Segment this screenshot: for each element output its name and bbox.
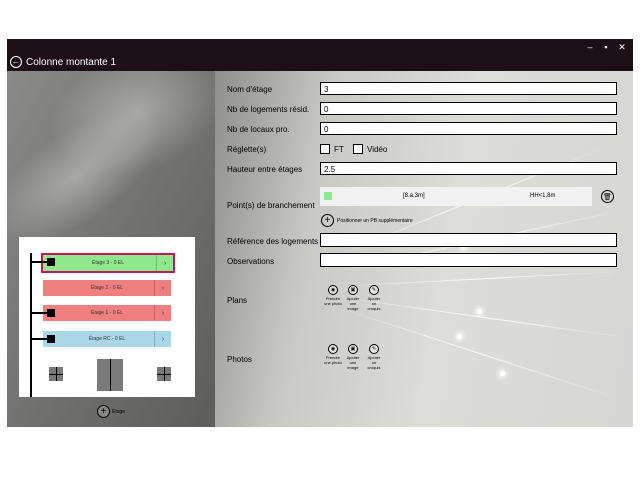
video-label: Vidéo xyxy=(367,145,388,154)
floor-etage-2[interactable]: Étage 2 - 0 EL › xyxy=(43,280,171,296)
hauteur-input[interactable]: 2.5 xyxy=(320,162,617,175)
plans-label: Plans xyxy=(227,296,248,305)
title-bar: ← Colonne montante 1 – ▪ ✕ xyxy=(7,39,633,71)
ft-label: FT xyxy=(334,145,344,154)
node-link xyxy=(31,312,49,314)
fiber-light xyxy=(477,309,482,314)
floor-etage-rc[interactable]: Étage RC - 0 EL › xyxy=(43,331,171,347)
nom-etage-input[interactable]: 3 xyxy=(320,82,617,95)
close-button[interactable]: ✕ xyxy=(617,42,627,53)
reglettes-label: Réglette(s) xyxy=(227,145,267,154)
nb-locaux-label: Nb de locaux pro. xyxy=(227,125,290,134)
basement-door-icon[interactable] xyxy=(97,359,123,391)
pb-height-text: HH<1.8m xyxy=(530,193,556,199)
photos-label: Photos xyxy=(227,355,252,364)
basement-box-icon[interactable] xyxy=(157,367,171,381)
node-link xyxy=(31,338,49,340)
nb-logements-input[interactable]: 0 xyxy=(320,102,617,115)
floors-diagram: Étage 3 - 0 EL › Étage 2 - 0 EL › Étage … xyxy=(19,237,195,397)
ft-checkbox[interactable] xyxy=(320,144,330,154)
chevron-right-icon[interactable]: › xyxy=(154,305,171,321)
pb-color-swatch xyxy=(324,192,332,200)
basement-box-icon[interactable] xyxy=(49,367,63,381)
plus-icon: + xyxy=(97,405,110,418)
add-floor-button[interactable]: + Étage xyxy=(97,405,125,418)
add-pb-button[interactable]: + Positionner un PB supplémentaire xyxy=(321,214,413,227)
plus-icon: + xyxy=(321,214,334,227)
plans-add-image-button[interactable]: ▣ Ajouter une image xyxy=(344,285,362,311)
maximize-button[interactable]: ▪ xyxy=(601,42,611,53)
fiber-light xyxy=(500,371,505,376)
node-link xyxy=(31,261,49,263)
chevron-right-icon[interactable]: › xyxy=(156,255,173,271)
points-label: Point(s) de branchement xyxy=(227,201,315,210)
pb-location-text: [8.a.3m] xyxy=(403,193,425,199)
observations-input[interactable] xyxy=(320,253,617,267)
hauteur-label: Hauteur entre étages xyxy=(227,165,303,174)
window-title: Colonne montante 1 xyxy=(26,57,117,68)
image-icon: ▣ xyxy=(348,285,358,295)
pb-item-row[interactable]: [8.a.3m] HH<1.8m xyxy=(320,187,592,206)
photos-add-image-button[interactable]: ▣ Ajouter une image xyxy=(344,344,362,370)
image-icon: ▣ xyxy=(348,344,358,354)
chevron-right-icon[interactable]: › xyxy=(154,331,171,347)
back-arrow-icon[interactable]: ← xyxy=(10,56,22,68)
app-window: ← Colonne montante 1 – ▪ ✕ Étage 3 - 0 E… xyxy=(7,39,633,427)
trash-icon[interactable]: 🗑 xyxy=(601,190,614,203)
floor-etage-1[interactable]: Étage 1 - 0 EL › xyxy=(43,305,171,321)
nb-logements-label: Nb de logements résid. xyxy=(227,105,310,114)
reference-input[interactable] xyxy=(320,233,617,247)
photos-add-sketch-button[interactable]: ✎ Ajouter un croquis xyxy=(365,344,383,370)
reference-label: Référence des logements xyxy=(227,237,319,246)
camera-icon: ◉ xyxy=(328,285,338,295)
floor-etage-3[interactable]: Étage 3 - 0 EL › xyxy=(41,253,175,273)
camera-icon: ◉ xyxy=(328,344,338,354)
minimize-button[interactable]: – xyxy=(585,42,595,53)
nom-etage-label: Nom d'étage xyxy=(227,85,273,94)
observations-label: Observations xyxy=(227,257,275,266)
chevron-right-icon[interactable]: › xyxy=(154,280,171,296)
plans-take-photo-button[interactable]: ◉ Prendre une photo xyxy=(324,285,342,306)
riser-line xyxy=(30,253,32,397)
pencil-icon: ✎ xyxy=(369,285,379,295)
window-controls: – ▪ ✕ xyxy=(585,42,627,53)
nb-locaux-input[interactable]: 0 xyxy=(320,122,617,135)
photos-take-photo-button[interactable]: ◉ Prendre une photo xyxy=(324,344,342,365)
pencil-icon: ✎ xyxy=(369,344,379,354)
video-checkbox[interactable] xyxy=(353,144,363,154)
fiber-light xyxy=(457,334,462,339)
plans-add-sketch-button[interactable]: ✎ Ajouter un croquis xyxy=(365,285,383,311)
